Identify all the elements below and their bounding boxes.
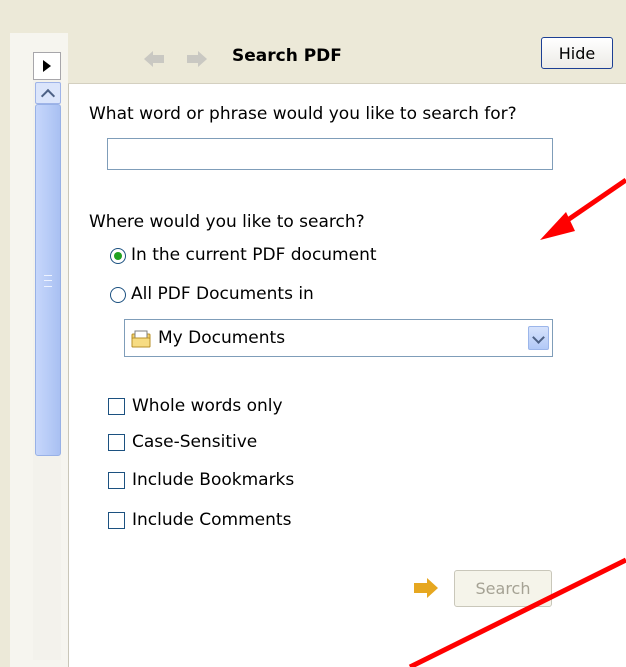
radio-current-document-label[interactable]: In the current PDF document (131, 245, 377, 265)
back-arrow-icon[interactable] (144, 50, 164, 68)
annotation-arrow-upper (540, 177, 626, 240)
top-band (0, 0, 626, 33)
scroll-up-icon[interactable] (35, 82, 61, 104)
radio-current-document[interactable] (110, 248, 126, 264)
go-arrow-icon (414, 578, 438, 598)
scrollbar-grip (44, 275, 52, 287)
location-dropdown-value: My Documents (158, 328, 286, 348)
include-comments-checkbox[interactable] (108, 512, 125, 529)
panel-title: Search PDF (232, 46, 342, 66)
case-sensitive-label[interactable]: Case-Sensitive (132, 432, 257, 452)
where-label: Where would you like to search? (89, 212, 365, 232)
whole-words-label[interactable]: Whole words only (132, 396, 283, 416)
search-input[interactable] (107, 138, 553, 170)
forward-arrow-icon[interactable] (187, 50, 207, 68)
whole-words-checkbox[interactable] (108, 398, 125, 415)
include-bookmarks-checkbox[interactable] (108, 472, 125, 489)
radio-all-documents-label[interactable]: All PDF Documents in (131, 284, 314, 304)
expand-arrow-icon[interactable] (33, 52, 61, 80)
search-question-label: What word or phrase would you like to se… (89, 104, 517, 124)
radio-all-documents[interactable] (110, 287, 126, 303)
dropdown-chevron-icon[interactable] (528, 326, 549, 350)
hide-button[interactable]: Hide (541, 37, 613, 69)
search-button[interactable]: Search (454, 570, 552, 607)
folder-icon (131, 330, 151, 348)
case-sensitive-checkbox[interactable] (108, 434, 125, 451)
include-comments-label[interactable]: Include Comments (132, 510, 291, 530)
include-bookmarks-label[interactable]: Include Bookmarks (132, 470, 294, 490)
